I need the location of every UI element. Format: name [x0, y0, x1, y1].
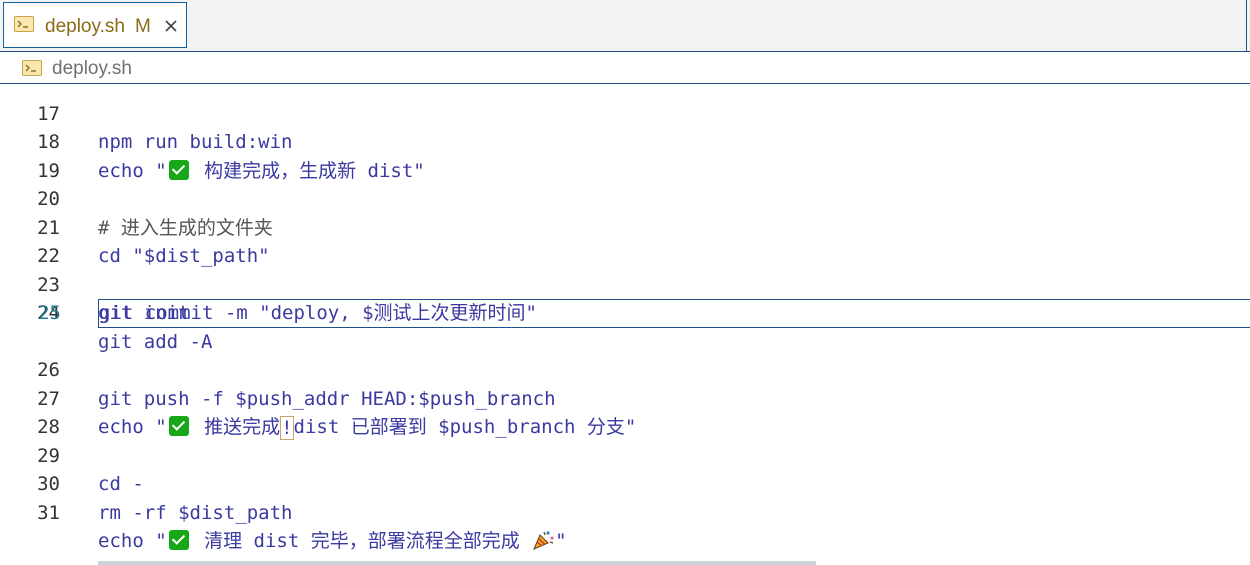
- code-line[interactable]: 31 echo " 清理 dist 完毕，部署流程全部完成 ": [0, 470, 1250, 553]
- breadcrumb-filename[interactable]: deploy.sh: [52, 58, 132, 80]
- check-mark-icon: [168, 530, 189, 550]
- code-line[interactable]: 24 git add -A: [0, 271, 1250, 353]
- editor-tab-bar: deploy.sh M: [0, 0, 1250, 52]
- code-line[interactable]: 28: [0, 385, 1250, 438]
- window-edge: [1246, 0, 1247, 52]
- terminal-file-icon: [14, 16, 34, 32]
- line-text: echo " 清理 dist 完毕，部署流程全部完成 ": [98, 527, 567, 556]
- horizontal-scrollbar[interactable]: [98, 561, 816, 565]
- tab-label: deploy.sh: [45, 16, 125, 37]
- breadcrumb: deploy.sh: [0, 52, 1250, 84]
- echo-prefix: echo ": [98, 530, 167, 552]
- code-line[interactable]: 26 git push -f $push_addr HEAD:$push_bra…: [0, 328, 1250, 410]
- code-line[interactable]: 19: [0, 128, 1250, 182]
- code-line[interactable]: 22: [0, 214, 1250, 267]
- line-number: 25: [38, 302, 61, 324]
- code-editor[interactable]: 17 npm run build:win 18 echo " 构建完成，生成新 …: [0, 85, 1250, 565]
- modified-badge: M: [135, 16, 151, 37]
- party-popper-icon: [533, 531, 554, 550]
- code-line[interactable]: 20 # 进入生成的文件夹: [0, 157, 1250, 239]
- code-line[interactable]: 17 npm run build:win: [0, 85, 1250, 154]
- tab-deploy-sh[interactable]: deploy.sh M: [3, 2, 187, 48]
- terminal-file-icon: [22, 60, 42, 76]
- code-line[interactable]: 21 cd "$dist_path": [0, 185, 1250, 268]
- code-line[interactable]: 23 git init: [0, 242, 1250, 325]
- line-text: rm -rf $dist_path: [98, 501, 293, 524]
- close-icon[interactable]: [161, 16, 181, 36]
- code-line[interactable]: 27 echo " 推送完成!dist 已部署到 $push_branch 分支…: [0, 356, 1250, 440]
- current-code-line[interactable]: 25 git commit -m "deploy, $测试上次更新时间": [38, 299, 1250, 328]
- echo-closing-quote: ": [555, 530, 567, 552]
- code-line[interactable]: 18 echo " 构建完成，生成新 dist": [0, 100, 1250, 182]
- code-line[interactable]: 29 cd -: [0, 413, 1250, 496]
- line-number: 31: [37, 501, 60, 524]
- echo-message: 清理 dist 完毕，部署流程全部完成: [192, 530, 532, 552]
- line-text: git commit -m "deploy, $测试上次更新时间": [99, 302, 537, 324]
- code-line[interactable]: 30 rm -rf $dist_path: [0, 442, 1250, 524]
